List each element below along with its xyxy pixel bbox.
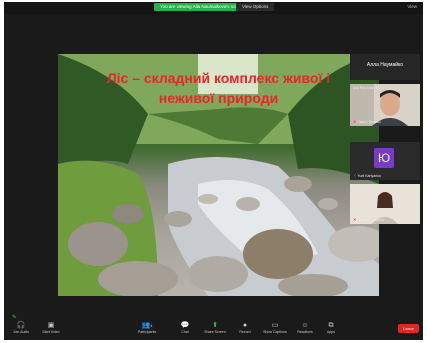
mic-muted-icon: ✕ [353, 173, 357, 178]
tile-1-name-text: Павло Франко [357, 120, 381, 124]
chat-label: Chat [181, 330, 189, 334]
host-name-tile[interactable]: Алла Наумайко [350, 54, 420, 80]
video-off-icon: ▣ [47, 322, 55, 329]
share-screen-button[interactable]: ⬆ Share Screen [200, 321, 230, 335]
start-video-button[interactable]: ▣ Start Video [36, 321, 66, 335]
join-audio-label: Join Audio [12, 330, 30, 334]
view-button[interactable]: View [407, 4, 417, 9]
participants-label: Participants [137, 330, 157, 334]
tile-3-name: ✕Карина Чепурна [353, 217, 384, 222]
captions-icon: ▭ [271, 322, 279, 329]
tile-2-name: ✕Yurii Kartyanko [353, 173, 381, 178]
slide-title-line-1: Ліс – складний комплекс живої і [106, 70, 331, 86]
share-screen-icon: ⬆ [212, 322, 218, 329]
participant-tile-1[interactable]: Alla Naumaikova ✕Павло Франко [350, 84, 420, 126]
participant-panel: Алла Наумайко Alla Naumaikova ✕Павло Фра… [350, 54, 420, 224]
slide-title-line-2: неживої природи [158, 90, 279, 106]
share-screen-label: Share Screen [204, 330, 226, 334]
mic-muted-icon: ✕ [353, 217, 357, 222]
participants-icon: 👥4 [141, 322, 153, 329]
apps-icon: ⧉ [328, 322, 334, 329]
record-button[interactable]: ● Record [230, 321, 260, 335]
chat-button[interactable]: 💬 Chat [170, 321, 200, 335]
participant-avatar: Ю [374, 148, 394, 168]
record-label: Record [239, 330, 251, 334]
chat-icon: 💬 [180, 322, 190, 329]
top-bar: You are viewing Alla Naumaikova's screen… [4, 2, 423, 14]
leave-button[interactable]: Leave [398, 324, 419, 333]
join-audio-button[interactable]: 🎧 Join Audio [6, 321, 36, 335]
tile-1-name: ✕Павло Франко [353, 119, 381, 124]
tile-2-name-text: Yurii Kartyanko [357, 174, 381, 178]
tile-1-top-label: Alla Naumaikova [353, 86, 380, 90]
participants-count: 4 [150, 323, 153, 328]
participants-button[interactable]: 👥4 Participants [132, 321, 162, 335]
view-options-button[interactable]: View Options [236, 3, 275, 11]
host-name: Алла Наумайко [366, 62, 404, 68]
record-icon: ● [242, 322, 248, 329]
participant-tile-2[interactable]: Ю ✕Yurii Kartyanko [350, 142, 420, 180]
start-video-label: Start Video [42, 330, 60, 334]
slide-title: Ліс – складний комплекс живої і неживої … [58, 68, 379, 108]
headphones-icon: 🎧 [16, 322, 26, 329]
tile-3-name-text: Карина Чепурна [357, 218, 384, 222]
show-captions-button[interactable]: ▭ Show Captions [260, 321, 290, 335]
bottom-toolbar: 🎧 Join Audio ▣ Start Video 👥4 Participan… [4, 318, 423, 340]
show-captions-label: Show Captions [263, 330, 287, 334]
apps-button[interactable]: ⧉ Apps [316, 321, 346, 335]
zoom-window: You are viewing Alla Naumaikova's screen… [4, 2, 423, 340]
shared-slide: Ліс – складний комплекс живої і неживої … [58, 54, 379, 296]
mic-muted-icon: ✕ [353, 119, 357, 124]
apps-label: Apps [327, 330, 335, 334]
participant-tile-3[interactable]: ✕Карина Чепурна [350, 184, 420, 224]
